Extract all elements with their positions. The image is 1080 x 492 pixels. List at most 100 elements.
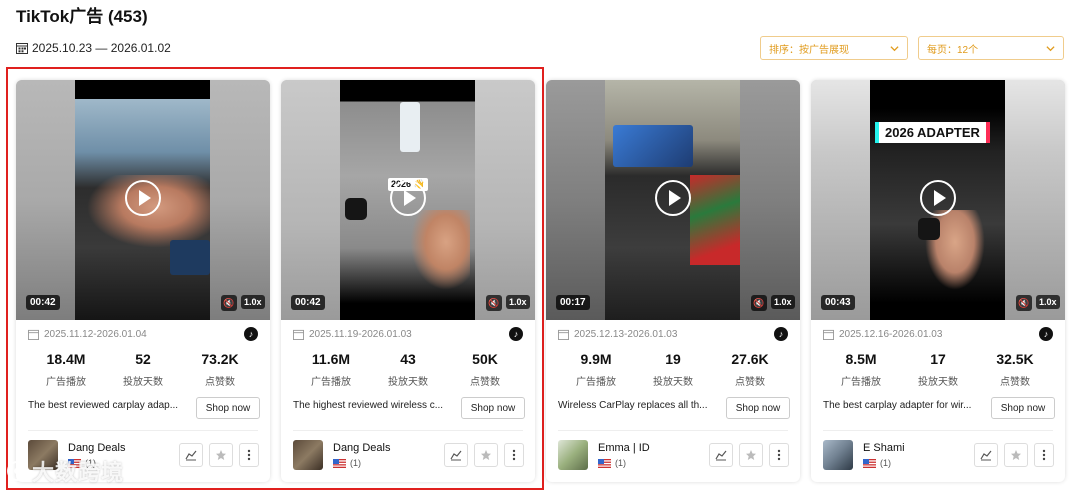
more-vertical-icon: [1042, 449, 1046, 461]
chevron-down-icon: [890, 45, 899, 51]
per-page-select[interactable]: 每页：12个: [918, 36, 1064, 60]
avatar[interactable]: [293, 440, 323, 470]
trend-chart-button[interactable]: [974, 443, 998, 467]
country-info: (1): [598, 458, 626, 468]
calendar-icon: [16, 43, 28, 54]
star-icon: [481, 450, 491, 460]
chart-icon: [715, 450, 727, 461]
per-page-select-label: 每页：12个: [927, 44, 979, 56]
stat-value: 9.9M: [580, 351, 612, 367]
playback-speed[interactable]: 1.0x: [241, 295, 265, 309]
stat-label: 广告播放: [311, 377, 351, 388]
stat-impressions: 18.4M 广告播放: [31, 351, 101, 388]
video-thumbnail[interactable]: 2026 👋 00:42 🔇 1.0x: [281, 80, 535, 320]
divider: [28, 430, 258, 431]
sort-select[interactable]: 排序：按广告展现: [760, 36, 908, 60]
stat-likes: 50K 点赞数: [450, 351, 520, 388]
video-thumbnail[interactable]: 2026 ADAPTER 00:43 🔇 1.0x: [811, 80, 1065, 320]
ad-date-range: 2025.11.12-2026.01.04: [28, 329, 147, 340]
us-flag-icon: [333, 458, 346, 468]
video-thumbnail[interactable]: 00:17 🔇 1.0x: [546, 80, 800, 320]
stat-value: 11.6M: [311, 351, 351, 367]
stat-label: 点赞数: [1000, 377, 1030, 388]
playback-speed[interactable]: 1.0x: [1036, 295, 1060, 309]
mute-icon[interactable]: 🔇: [1016, 295, 1032, 311]
us-flag-icon: [598, 458, 611, 468]
divider: [293, 430, 523, 431]
ad-description: The best carplay adapter for wir...: [823, 400, 972, 411]
shop-now-button[interactable]: Shop now: [196, 397, 260, 419]
shop-now-button[interactable]: Shop now: [991, 397, 1055, 419]
stat-label: 点赞数: [205, 377, 235, 388]
ad-date-range: 2025.12.16-2026.01.03: [823, 329, 942, 340]
more-options-button[interactable]: [504, 443, 524, 467]
ad-date-label: 2025.12.16-2026.01.03: [839, 329, 943, 340]
shop-now-button[interactable]: Shop now: [461, 397, 525, 419]
stat-impressions: 11.6M 广告播放: [296, 351, 366, 388]
stat-value: 17: [930, 351, 946, 367]
chart-icon: [185, 450, 197, 461]
country-count: (1): [880, 458, 891, 468]
more-options-button[interactable]: [239, 443, 259, 467]
video-duration: 00:42: [291, 295, 325, 310]
play-icon[interactable]: [655, 180, 691, 216]
stat-label: 投放天数: [123, 377, 163, 388]
favorite-button[interactable]: [1004, 443, 1028, 467]
more-vertical-icon: [777, 449, 781, 461]
stat-likes: 32.5K 点赞数: [980, 351, 1050, 388]
play-icon[interactable]: [390, 180, 426, 216]
ad-card[interactable]: 2026 👋 00:42 🔇 1.0x 2025.11.19-2026.01.0…: [281, 80, 535, 482]
author-name[interactable]: Emma | ID: [598, 442, 650, 454]
trend-chart-button[interactable]: [709, 443, 733, 467]
calendar-icon: [293, 329, 304, 340]
play-icon[interactable]: [125, 180, 161, 216]
watermark-logo-icon: [7, 461, 27, 481]
author-name[interactable]: Dang Deals: [333, 442, 390, 454]
mute-icon[interactable]: 🔇: [751, 295, 767, 311]
trend-chart-button[interactable]: [444, 443, 468, 467]
ad-card[interactable]: 2026 ADAPTER 00:43 🔇 1.0x 2025.12.16-202…: [811, 80, 1065, 482]
more-options-button[interactable]: [1034, 443, 1054, 467]
avatar[interactable]: [558, 440, 588, 470]
stat-days: 52 投放天数: [108, 351, 178, 388]
date-range[interactable]: 2025.10.23 — 2026.01.02: [16, 41, 171, 55]
video-thumbnail[interactable]: 00:42 🔇 1.0x: [16, 80, 270, 320]
favorite-button[interactable]: [209, 443, 233, 467]
stat-label: 广告播放: [841, 377, 881, 388]
stat-label: 广告播放: [46, 377, 86, 388]
trend-chart-button[interactable]: [179, 443, 203, 467]
divider: [823, 430, 1053, 431]
favorite-button[interactable]: [474, 443, 498, 467]
stat-days: 19 投放天数: [638, 351, 708, 388]
ad-card[interactable]: 00:42 🔇 1.0x 2025.11.12-2026.01.04 ♪ 18.…: [16, 80, 270, 482]
playback-speed[interactable]: 1.0x: [506, 295, 530, 309]
ad-date-label: 2025.11.19-2026.01.03: [309, 329, 412, 340]
country-count: (1): [350, 458, 361, 468]
mute-icon[interactable]: 🔇: [221, 295, 237, 311]
stat-value: 52: [135, 351, 151, 367]
favorite-button[interactable]: [739, 443, 763, 467]
country-count: (1): [615, 458, 626, 468]
stat-label: 点赞数: [470, 377, 500, 388]
ad-description: The highest reviewed wireless c...: [293, 400, 444, 411]
stat-value: 27.6K: [731, 351, 769, 367]
ad-card[interactable]: 00:17 🔇 1.0x 2025.12.13-2026.01.03 ♪ 9.9…: [546, 80, 800, 482]
shop-now-button[interactable]: Shop now: [726, 397, 790, 419]
chevron-down-icon: [1046, 45, 1055, 51]
author-name[interactable]: E Shami: [863, 442, 905, 454]
ad-description: The best reviewed carplay adap...: [28, 400, 179, 411]
watermark: 大数跨境: [6, 455, 124, 487]
ad-date-range: 2025.11.19-2026.01.03: [293, 329, 412, 340]
calendar-icon: [558, 329, 569, 340]
stat-value: 18.4M: [46, 351, 86, 367]
more-options-button[interactable]: [769, 443, 789, 467]
more-vertical-icon: [247, 449, 251, 461]
avatar[interactable]: [823, 440, 853, 470]
mute-icon[interactable]: 🔇: [486, 295, 502, 311]
play-icon[interactable]: [920, 180, 956, 216]
stat-value: 32.5K: [996, 351, 1034, 367]
star-icon: [216, 450, 226, 460]
author-name[interactable]: Dang Deals: [68, 442, 125, 454]
chart-icon: [450, 450, 462, 461]
playback-speed[interactable]: 1.0x: [771, 295, 795, 309]
